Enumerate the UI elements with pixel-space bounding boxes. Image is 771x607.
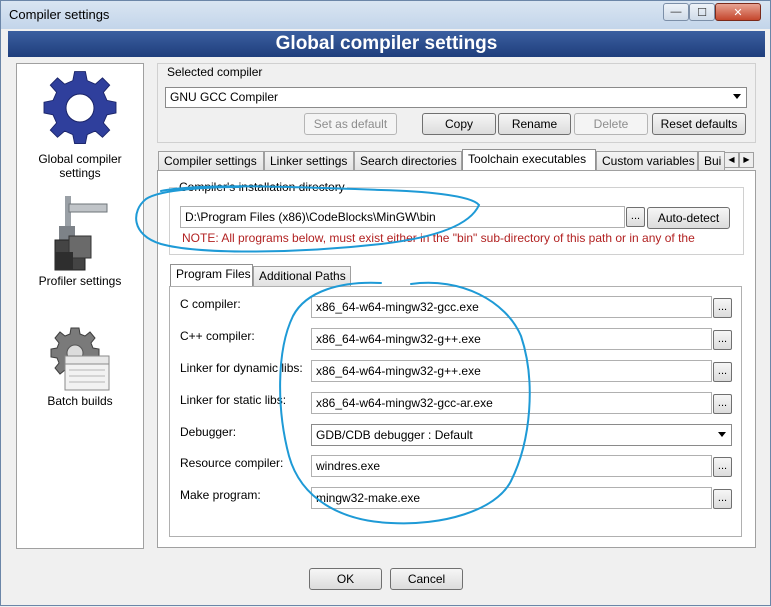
tab-build-options[interactable]: Bui — [698, 151, 725, 171]
tab-scroll-right-icon[interactable]: ▶ — [739, 152, 754, 168]
install-dir-input[interactable]: D:\Program Files (x86)\CodeBlocks\MinGW\… — [180, 206, 625, 228]
auto-detect-button[interactable]: Auto-detect — [647, 207, 730, 229]
static-linker-input[interactable]: x86_64-w64-mingw32-gcc-ar.exe — [311, 392, 712, 414]
compiler-select-value: GNU GCC Compiler — [170, 90, 279, 104]
install-dir-note: NOTE: All programs below, must exist eit… — [182, 231, 695, 245]
program-tabs: Program Files Additional Paths — [169, 264, 469, 286]
gear-icon — [40, 68, 120, 152]
rename-button[interactable]: Rename — [498, 113, 571, 135]
tab-compiler-settings[interactable]: Compiler settings — [158, 151, 264, 171]
sidebar-item-batch-builds[interactable]: Batch builds — [17, 322, 143, 408]
sidebar-item-label: Batch builds — [47, 394, 113, 408]
tab-search-directories[interactable]: Search directories — [354, 151, 462, 171]
settings-tabs: Compiler settings Linker settings Search… — [157, 149, 757, 171]
compiler-settings-window: Compiler settings — ☐ ✕ Global compiler … — [0, 0, 771, 606]
cancel-button[interactable]: Cancel — [390, 568, 463, 590]
make-program-input[interactable]: mingw32-make.exe — [311, 487, 712, 509]
c-compiler-browse-button[interactable]: ... — [713, 298, 732, 318]
sidebar-item-label: settings — [59, 166, 101, 180]
delete-button[interactable]: Delete — [574, 113, 648, 135]
sidebar-item-label: Profiler settings — [38, 274, 122, 288]
dynamic-linker-label: Linker for dynamic libs: — [180, 361, 303, 375]
minimize-button[interactable]: — — [663, 3, 689, 21]
dynamic-linker-browse-button[interactable]: ... — [713, 362, 732, 382]
window-title: Compiler settings — [9, 7, 110, 22]
c-compiler-label: C compiler: — [180, 297, 241, 311]
compiler-select[interactable]: GNU GCC Compiler — [165, 87, 747, 108]
chevron-down-icon — [718, 432, 726, 437]
debugger-select-value: GDB/CDB debugger : Default — [316, 428, 473, 442]
copy-button[interactable]: Copy — [422, 113, 496, 135]
sidebar-item-global-compiler[interactable]: Global compiler settings — [17, 68, 143, 180]
resource-compiler-label: Resource compiler: — [180, 456, 284, 470]
cpp-compiler-label: C++ compiler: — [180, 329, 255, 343]
static-linker-browse-button[interactable]: ... — [713, 394, 732, 414]
cpp-compiler-browse-button[interactable]: ... — [713, 330, 732, 350]
profiler-icon — [45, 190, 115, 274]
static-linker-label: Linker for static libs: — [180, 393, 287, 407]
batch-builds-icon — [45, 322, 115, 394]
tab-additional-paths[interactable]: Additional Paths — [253, 266, 351, 286]
page-title: Global compiler settings — [8, 31, 765, 57]
dynamic-linker-input[interactable]: x86_64-w64-mingw32-g++.exe — [311, 360, 712, 382]
resource-compiler-input[interactable]: windres.exe — [311, 455, 712, 477]
debugger-select[interactable]: GDB/CDB debugger : Default — [311, 424, 732, 446]
make-program-browse-button[interactable]: ... — [713, 489, 732, 509]
install-dir-label: Compiler's installation directory — [177, 180, 347, 194]
selected-compiler-label: Selected compiler — [165, 65, 265, 79]
title-bar[interactable]: Compiler settings — ☐ ✕ — [1, 1, 770, 29]
install-dir-browse-button[interactable]: ... — [626, 207, 645, 227]
tab-scroll-left-icon[interactable]: ◀ — [724, 152, 739, 168]
ok-button[interactable]: OK — [309, 568, 382, 590]
sidebar-item-profiler[interactable]: Profiler settings — [17, 190, 143, 288]
resource-compiler-browse-button[interactable]: ... — [713, 457, 732, 477]
tab-program-files[interactable]: Program Files — [170, 264, 253, 286]
tab-linker-settings[interactable]: Linker settings — [264, 151, 354, 171]
tab-toolchain-executables[interactable]: Toolchain executables — [462, 149, 596, 171]
maximize-button[interactable]: ☐ — [689, 3, 715, 21]
c-compiler-input[interactable]: x86_64-w64-mingw32-gcc.exe — [311, 296, 712, 318]
make-program-label: Make program: — [180, 488, 261, 502]
sidebar-item-label: Global compiler — [38, 152, 122, 166]
debugger-label: Debugger: — [180, 425, 237, 439]
close-button[interactable]: ✕ — [715, 3, 761, 21]
chevron-down-icon — [733, 94, 741, 99]
reset-defaults-button[interactable]: Reset defaults — [652, 113, 746, 135]
tab-custom-variables[interactable]: Custom variables — [596, 151, 698, 171]
settings-sidebar: Global compiler settings Profiler settin… — [16, 63, 144, 549]
cpp-compiler-input[interactable]: x86_64-w64-mingw32-g++.exe — [311, 328, 712, 350]
set-as-default-button[interactable]: Set as default — [304, 113, 397, 135]
